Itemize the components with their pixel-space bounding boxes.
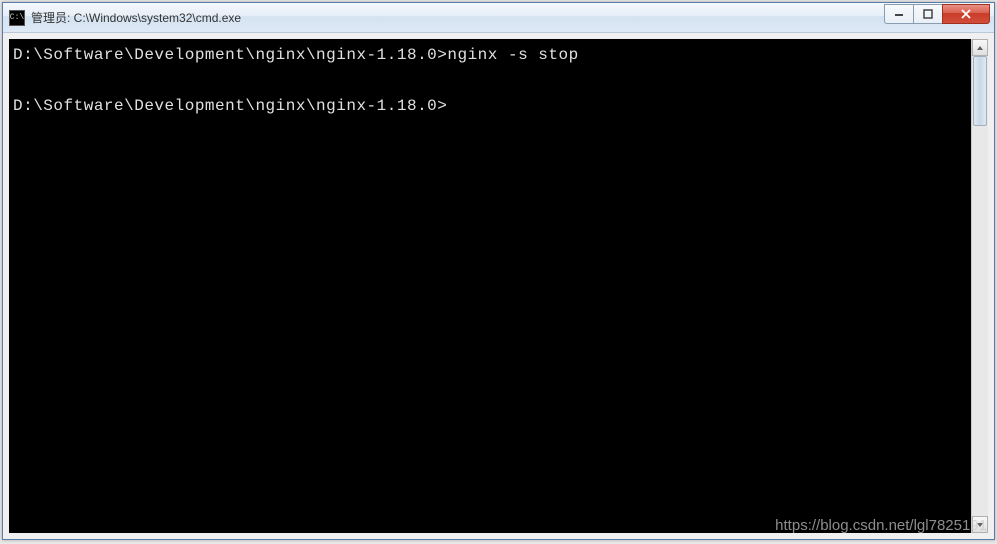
close-button[interactable] (942, 4, 990, 24)
minimize-icon (894, 9, 904, 19)
vertical-scrollbar[interactable] (971, 39, 988, 533)
prompt: D:\Software\Development\nginx\nginx-1.18… (13, 97, 447, 115)
minimize-button[interactable] (884, 4, 914, 24)
prompt: D:\Software\Development\nginx\nginx-1.18… (13, 46, 447, 64)
terminal-output[interactable]: D:\Software\Development\nginx\nginx-1.18… (9, 39, 971, 533)
chevron-up-icon (976, 44, 984, 52)
cmd-window: C:\ 管理员: C:\Windows\system32\cmd.exe (2, 2, 995, 540)
scroll-down-button[interactable] (972, 516, 988, 533)
scroll-thumb[interactable] (973, 56, 987, 126)
maximize-button[interactable] (913, 4, 943, 24)
app-icon: C:\ (9, 10, 25, 26)
scroll-track[interactable] (972, 56, 988, 516)
scroll-up-button[interactable] (972, 39, 988, 56)
command-text: nginx -s stop (447, 46, 578, 64)
chevron-down-icon (976, 521, 984, 529)
client-area: D:\Software\Development\nginx\nginx-1.18… (3, 33, 994, 539)
terminal-line: D:\Software\Development\nginx\nginx-1.18… (13, 43, 967, 69)
window-title: 管理员: C:\Windows\system32\cmd.exe (31, 9, 885, 26)
maximize-icon (923, 9, 933, 19)
window-controls (885, 4, 990, 24)
close-icon (961, 9, 971, 19)
terminal-line: D:\Software\Development\nginx\nginx-1.18… (13, 94, 967, 120)
app-icon-text: C:\ (10, 13, 24, 22)
titlebar[interactable]: C:\ 管理员: C:\Windows\system32\cmd.exe (3, 3, 994, 33)
